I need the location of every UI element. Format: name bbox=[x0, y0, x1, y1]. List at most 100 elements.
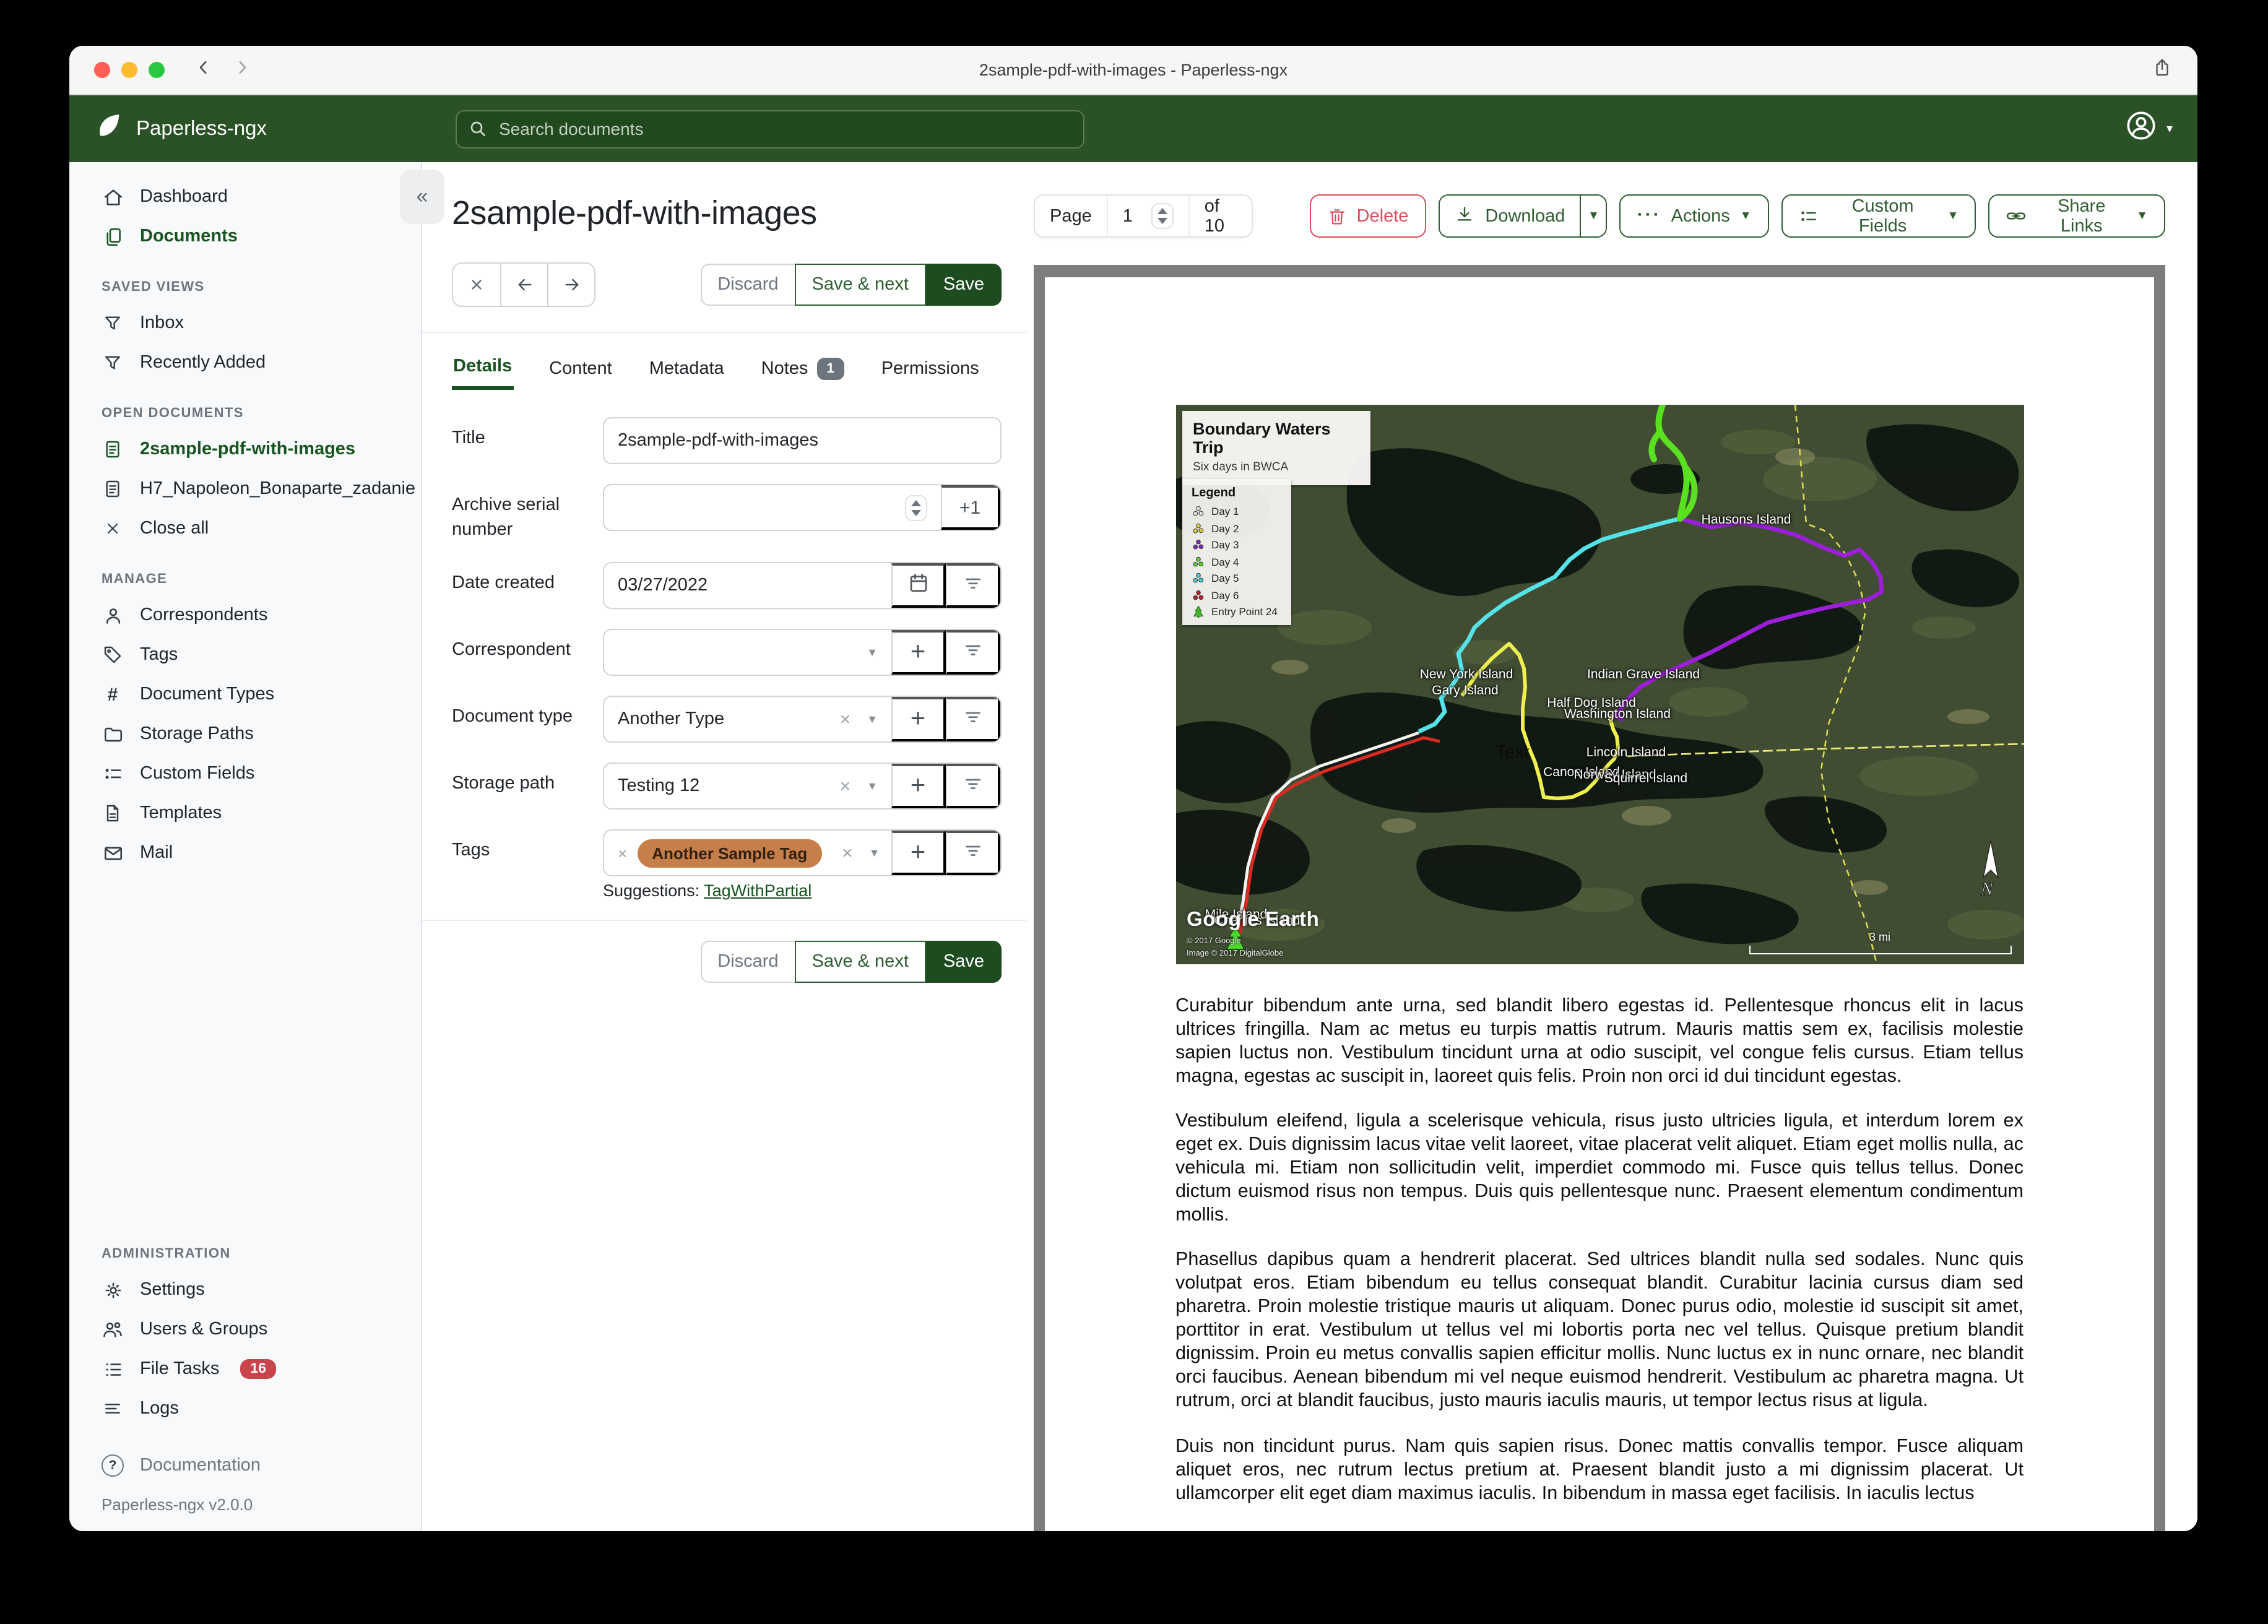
sidebar-item-file-tasks[interactable]: File Tasks 16 bbox=[69, 1349, 421, 1389]
asn-next-number-button[interactable]: +1 bbox=[941, 485, 1000, 530]
add-storage-path-button[interactable]: + bbox=[891, 764, 946, 809]
asn-stepper[interactable] bbox=[905, 495, 927, 520]
title-input[interactable] bbox=[618, 431, 987, 451]
tab-permissions[interactable]: Permissions bbox=[880, 345, 980, 390]
document-text: Curabitur bibendum ante urna, sed blandi… bbox=[1175, 994, 2023, 1505]
sidebar-item-templates[interactable]: Templates bbox=[69, 793, 421, 833]
tab-content[interactable]: Content bbox=[548, 345, 613, 390]
discard-button[interactable]: Discard bbox=[700, 264, 796, 306]
document-preview-pane: Page of 10 Delete bbox=[1026, 162, 2197, 1531]
save-button[interactable]: Save bbox=[925, 264, 1002, 306]
date-filter-button[interactable] bbox=[946, 563, 1000, 608]
tab-notes[interactable]: Notes 1 bbox=[760, 345, 846, 390]
page-number-input[interactable] bbox=[1122, 206, 1143, 226]
next-document-button[interactable] bbox=[547, 264, 594, 306]
custom-fields-icon bbox=[1799, 206, 1819, 226]
previous-document-button[interactable] bbox=[500, 264, 547, 306]
document-type-select[interactable]: Another Type × ▼ bbox=[604, 697, 891, 741]
tab-details[interactable]: Details bbox=[452, 345, 514, 390]
browser-back-icon[interactable] bbox=[194, 58, 213, 82]
correspondent-select[interactable]: ▼ bbox=[604, 630, 891, 675]
app-brand[interactable]: Paperless-ngx bbox=[94, 111, 456, 146]
sidebar-item-documentation[interactable]: ? Documentation bbox=[69, 1446, 421, 1485]
sidebar-item-logs[interactable]: Logs bbox=[69, 1389, 421, 1428]
file-tasks-badge: 16 bbox=[240, 1359, 276, 1379]
storage-path-filter-button[interactable] bbox=[946, 764, 1000, 809]
tags-select[interactable]: × Another Sample Tag × ▼ bbox=[604, 831, 891, 875]
save-next-button[interactable]: Save & next bbox=[794, 264, 926, 306]
discard-button-bottom[interactable]: Discard bbox=[700, 941, 796, 983]
download-split-button: Download ▼ bbox=[1438, 194, 1608, 238]
map-text-annotation: Text bbox=[1495, 742, 1530, 763]
tag-icon bbox=[102, 644, 124, 666]
page-stepper[interactable] bbox=[1151, 203, 1174, 229]
date-created-input[interactable] bbox=[618, 576, 878, 596]
tag-chip[interactable]: Another Sample Tag bbox=[637, 839, 823, 868]
save-button-bottom[interactable]: Save bbox=[925, 941, 1002, 983]
sidebar-item-correspondents[interactable]: Correspondents bbox=[69, 595, 421, 635]
sidebar-item-open-doc-2[interactable]: H7_Napoleon_Bonaparte_zadanie bbox=[69, 469, 421, 509]
sidebar-item-settings[interactable]: Settings bbox=[69, 1270, 421, 1310]
browser-forward-icon[interactable] bbox=[233, 58, 251, 82]
sidebar-item-custom-fields[interactable]: Custom Fields bbox=[69, 754, 421, 793]
download-options-button[interactable]: ▼ bbox=[1580, 196, 1606, 236]
sidebar-item-label: Templates bbox=[140, 803, 222, 823]
sidebar-item-document-types[interactable]: # Document Types bbox=[69, 675, 421, 714]
divider bbox=[422, 332, 1026, 333]
calendar-button[interactable] bbox=[891, 563, 946, 608]
close-window-button[interactable] bbox=[94, 62, 110, 78]
map-place-label: Gary Island bbox=[1432, 683, 1499, 698]
delete-button[interactable]: Delete bbox=[1309, 194, 1426, 238]
add-document-type-button[interactable]: + bbox=[891, 697, 946, 742]
calendar-icon bbox=[907, 572, 929, 599]
actions-button[interactable]: ··· Actions ▼ bbox=[1619, 194, 1769, 238]
clear-icon[interactable]: × bbox=[840, 709, 851, 730]
sidebar-item-users-groups[interactable]: Users & Groups bbox=[69, 1310, 421, 1349]
document-type-filter-button[interactable] bbox=[946, 697, 1000, 742]
home-icon bbox=[102, 186, 124, 208]
asn-input[interactable] bbox=[618, 498, 895, 517]
legend-label: Day 6 bbox=[1211, 589, 1239, 601]
add-correspondent-button[interactable]: + bbox=[891, 630, 946, 675]
filter-icon bbox=[961, 706, 984, 733]
maximize-window-button[interactable] bbox=[149, 62, 165, 78]
sidebar-item-tags[interactable]: Tags bbox=[69, 635, 421, 675]
remove-tag-icon[interactable]: × bbox=[618, 844, 627, 862]
sidebar-collapse-button[interactable]: « bbox=[400, 170, 444, 224]
minimize-window-button[interactable] bbox=[121, 62, 137, 78]
storage-path-select[interactable]: Testing 12 × ▼ bbox=[604, 764, 891, 808]
sidebar-item-documents[interactable]: Documents bbox=[69, 217, 421, 256]
sidebar-item-dashboard[interactable]: Dashboard bbox=[69, 177, 421, 217]
share-links-button[interactable]: Share Links ▼ bbox=[1988, 194, 2165, 238]
search-input[interactable] bbox=[456, 110, 1084, 148]
sidebar-item-close-all[interactable]: Close all bbox=[69, 509, 421, 548]
search-bar bbox=[456, 110, 1084, 148]
legend-title: Legend bbox=[1192, 486, 1236, 500]
sidebar-item-label: Settings bbox=[140, 1280, 205, 1300]
share-icon[interactable] bbox=[2152, 56, 2173, 84]
map-scale-bar: 3 mi bbox=[1749, 931, 2011, 954]
clear-icon[interactable]: × bbox=[840, 775, 851, 797]
legend-label: Day 1 bbox=[1211, 505, 1239, 517]
chevron-down-icon: ▼ bbox=[868, 847, 880, 860]
save-next-button-bottom[interactable]: Save & next bbox=[794, 941, 926, 983]
user-menu[interactable]: ▾ bbox=[2124, 109, 2173, 149]
filter-icon bbox=[961, 572, 984, 599]
sidebar-item-mail[interactable]: Mail bbox=[69, 833, 421, 873]
sidebar-item-recently-added[interactable]: Recently Added bbox=[69, 343, 421, 382]
download-button[interactable]: Download bbox=[1439, 196, 1580, 236]
tab-metadata[interactable]: Metadata bbox=[648, 345, 725, 390]
sidebar-item-storage-paths[interactable]: Storage Paths bbox=[69, 714, 421, 754]
suggestion-link[interactable]: TagWithPartial bbox=[704, 881, 812, 900]
sidebar-item-inbox[interactable]: Inbox bbox=[69, 303, 421, 343]
custom-fields-button[interactable]: Custom Fields ▼ bbox=[1781, 194, 1976, 238]
correspondent-filter-button[interactable] bbox=[946, 630, 1000, 675]
tags-filter-button[interactable] bbox=[946, 831, 1000, 876]
add-tag-button[interactable]: + bbox=[891, 831, 946, 876]
document-type-field-label: Document type bbox=[452, 707, 573, 727]
pdf-viewer-frame[interactable]: N Boundary Waters Trip Six days in BWCA … bbox=[1034, 265, 2165, 1531]
clear-icon[interactable]: × bbox=[842, 842, 853, 863]
sidebar-item-open-doc-1[interactable]: 2sample-pdf-with-images bbox=[69, 430, 421, 469]
close-document-button[interactable]: × bbox=[453, 264, 500, 306]
sidebar-item-label: Logs bbox=[140, 1399, 179, 1419]
